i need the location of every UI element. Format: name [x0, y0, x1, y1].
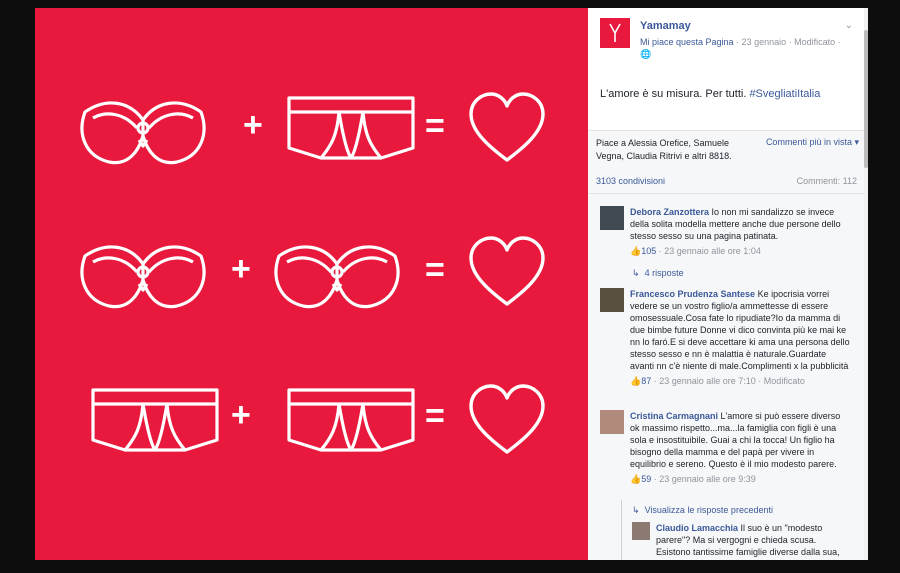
- briefs-band-text: YAMAMAY: [336, 104, 365, 110]
- bra-icon: [274, 245, 400, 309]
- like-icon[interactable]: 👍: [630, 474, 641, 484]
- avatar[interactable]: [600, 288, 624, 312]
- globe-icon: 🌐: [640, 49, 652, 59]
- post-text-body: L'amore è su misura. Per tutti.: [600, 88, 750, 100]
- comment-date: · 23 gennaio alle ore 7:10 · Modificato: [651, 376, 805, 386]
- chevron-down-icon[interactable]: ⌄: [845, 20, 853, 31]
- comment-author[interactable]: Francesco Prudenza Santese: [630, 289, 755, 299]
- reply-arrow-icon: ↳: [632, 268, 640, 278]
- comment-like-count[interactable]: 87: [641, 376, 651, 386]
- avatar[interactable]: [632, 522, 650, 540]
- post-text: L'amore è su misura. Per tutti. #Sveglia…: [600, 88, 820, 100]
- thread-line: [621, 500, 622, 560]
- post-stats: 3103 condivisioni Commenti: 112: [588, 171, 867, 194]
- plus-sign: +: [243, 106, 263, 144]
- likes-text[interactable]: Piace a Alessia Orefice, Samuele Vegna, …: [596, 137, 756, 163]
- post-header: Yamamay Mi piace questa Pagina · 23 genn…: [600, 18, 859, 60]
- post-photo[interactable]: + YAMAMAY = + = YAMAMAY + YAMAMAY =: [35, 8, 588, 560]
- campaign-illustration: + YAMAMAY = + = YAMAMAY + YAMAMAY =: [80, 92, 545, 454]
- scrollbar-thumb[interactable]: [864, 30, 868, 168]
- comment-body: Cristina Carmagnani L'amore si può esser…: [630, 410, 852, 485]
- comment-meta: 👍87 · 23 gennaio alle ore 7:10 · Modific…: [630, 375, 852, 387]
- like-icon[interactable]: 👍: [630, 246, 641, 256]
- page-avatar[interactable]: [600, 18, 630, 48]
- comment-meta: 👍59 · 23 gennaio alle ore 9:39: [630, 473, 852, 485]
- post-sidebar: Yamamay Mi piace questa Pagina · 23 genn…: [588, 8, 867, 560]
- likes-summary: Piace a Alessia Orefice, Samuele Vegna, …: [588, 130, 867, 172]
- comment-meta: 👍105 · 23 gennaio alle ore 1:04: [630, 245, 852, 257]
- comments-list: Debora Zanzottera Io non mi sandalizzo s…: [588, 194, 867, 560]
- comments-count: Commenti: 112: [796, 176, 857, 186]
- replies-label[interactable]: Visualizza le risposte precedenti: [645, 505, 773, 515]
- bra-icon: [80, 101, 206, 165]
- briefs-band-text: YAMAMAY: [140, 396, 169, 402]
- like-page-link[interactable]: Mi piace questa Pagina: [640, 37, 734, 47]
- like-icon[interactable]: 👍: [630, 376, 641, 386]
- comment-like-count[interactable]: 59: [641, 474, 651, 484]
- comment-body: Debora Zanzottera Io non mi sandalizzo s…: [630, 206, 852, 257]
- page-name[interactable]: Yamamay: [640, 20, 691, 32]
- post-meta: Mi piace questa Pagina · 23 gennaio · Mo…: [640, 37, 841, 47]
- replies-label[interactable]: 4 risposte: [645, 268, 684, 278]
- comment-author[interactable]: Claudio Lamacchia: [656, 523, 738, 533]
- comment-text: Ke ipocrisia vorrei vedere se un vostro …: [630, 289, 850, 371]
- view-replies-link[interactable]: ↳ 4 risposte: [632, 268, 684, 279]
- bra-icon: [80, 245, 206, 309]
- equals-sign: =: [425, 107, 445, 145]
- reply-arrow-icon: ↳: [632, 505, 640, 515]
- heart-icon: [469, 92, 545, 162]
- comment-author[interactable]: Cristina Carmagnani: [630, 411, 718, 421]
- heart-icon: [469, 236, 545, 306]
- hashtag-link[interactable]: #SvegliatiItalia: [749, 88, 820, 100]
- heart-icon: [469, 384, 545, 454]
- view-previous-replies-link[interactable]: ↳ Visualizza le risposte precedenti: [632, 505, 773, 516]
- equals-sign: =: [425, 397, 445, 435]
- comment-body: Francesco Prudenza Santese Ke ipocrisia …: [630, 288, 852, 387]
- comment-date: · 23 gennaio alle ore 9:39: [651, 474, 756, 484]
- avatar[interactable]: [600, 410, 624, 434]
- plus-sign: +: [231, 396, 251, 434]
- comment-body: Claudio Lamacchia Il suo è un "modesto p…: [656, 522, 848, 560]
- comment-sort-dropdown[interactable]: Commenti più in vista ▾: [766, 137, 859, 148]
- shares-count[interactable]: 3103 condivisioni: [596, 176, 665, 186]
- comment-author[interactable]: Debora Zanzottera: [630, 207, 709, 217]
- briefs-band-text: YAMAMAY: [336, 396, 365, 402]
- plus-sign: +: [231, 250, 251, 288]
- yamamay-logo-icon: [609, 23, 621, 42]
- comment-date: · 23 gennaio alle ore 1:04: [656, 246, 761, 256]
- avatar[interactable]: [600, 206, 624, 230]
- equals-sign: =: [425, 251, 445, 289]
- post-date: · 23 gennaio · Modificato ·: [733, 37, 841, 47]
- comment-like-count[interactable]: 105: [641, 246, 656, 256]
